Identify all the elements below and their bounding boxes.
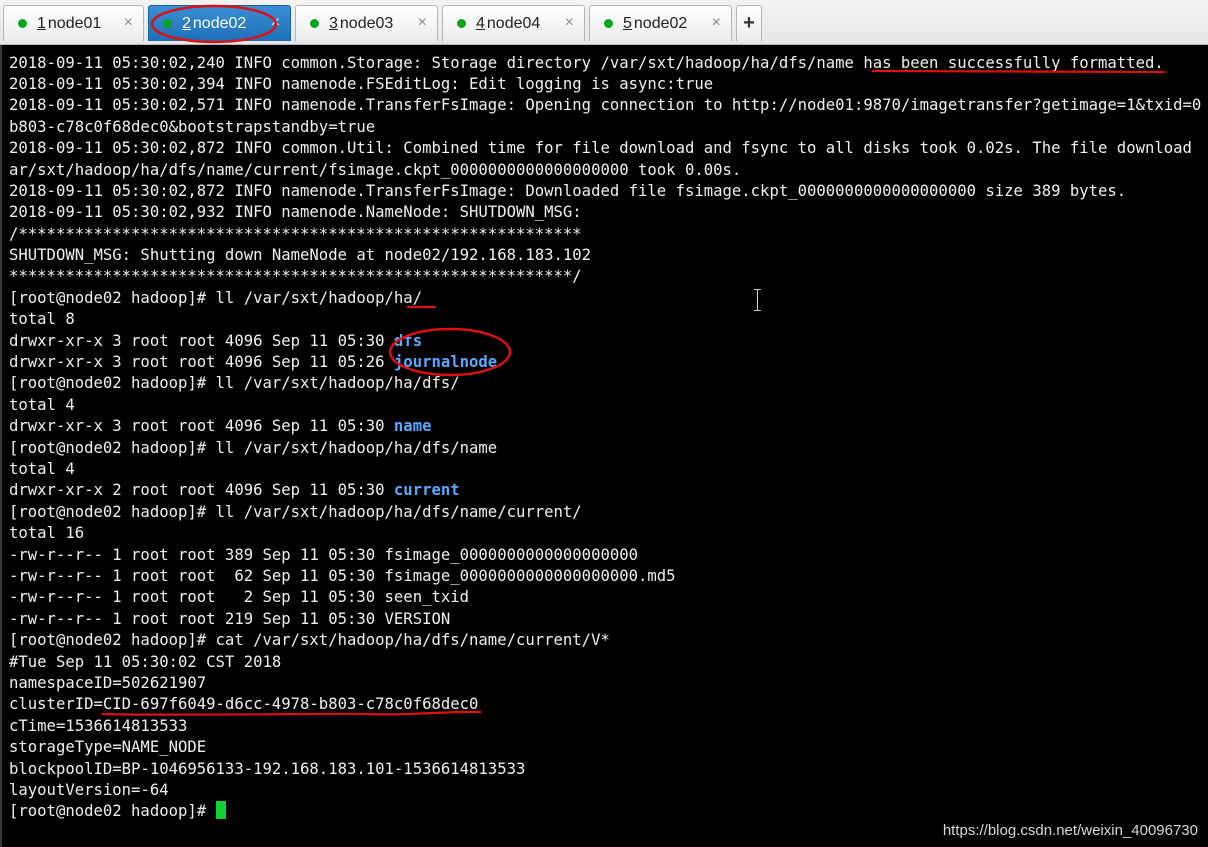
line-text: drwxr-xr-x 3 root root 4096 Sep 11 05:30 (9, 332, 394, 350)
line-text: drwxr-xr-x 2 root root 4096 Sep 11 05:30 (9, 481, 394, 499)
terminal-line: drwxr-xr-x 2 root root 4096 Sep 11 05:30… (9, 480, 460, 501)
watermark: https://blog.csdn.net/weixin_40096730 (942, 822, 1198, 839)
terminal-line: -rw-r--r-- 1 root root 219 Sep 11 05:30 … (9, 610, 451, 628)
tab-node03[interactable]: 3 node03 × (295, 5, 438, 41)
terminal-line: 2018-09-11 05:30:02,571 INFO namenode.Tr… (9, 96, 1202, 114)
terminal-line: -rw-r--r-- 1 root root 2 Sep 11 05:30 se… (9, 588, 470, 606)
terminal-line: storageType=NAME_NODE (9, 738, 207, 756)
terminal-line: 2018-09-11 05:30:02,872 INFO namenode.Tr… (9, 182, 1127, 200)
terminal-line: [root@node02 hadoop]# (9, 801, 226, 822)
status-dot-icon (457, 19, 466, 28)
terminal-line: 2018-09-11 05:30:02,240 INFO common.Stor… (9, 54, 1164, 72)
terminal-line: 2018-09-11 05:30:02,394 INFO namenode.FS… (9, 75, 714, 93)
close-icon[interactable]: × (271, 14, 280, 32)
terminal-line: [root@node02 hadoop]# ll /var/sxt/hadoop… (9, 439, 498, 457)
terminal-line: clusterID=CID-697f6049-d6cc-4978-b803-c7… (9, 695, 479, 713)
terminal-line: [root@node02 hadoop]# ll /var/sxt/hadoop… (9, 503, 582, 521)
directory-name: name (393, 417, 432, 435)
line-text: drwxr-xr-x 3 root root 4096 Sep 11 05:26 (9, 353, 394, 371)
terminal-line: /***************************************… (9, 225, 582, 243)
terminal-line: #Tue Sep 11 05:30:02 CST 2018 (9, 653, 282, 671)
terminal-line: drwxr-xr-x 3 root root 4096 Sep 11 05:26… (9, 352, 497, 373)
close-icon[interactable]: × (712, 14, 721, 32)
tab-label: node02 (192, 14, 247, 32)
terminal-line: namespaceID=502621907 (9, 674, 207, 692)
tab-number: 1 (37, 14, 46, 32)
terminal-output[interactable]: 2018-09-11 05:30:02,240 INFO common.Stor… (0, 45, 1208, 847)
directory-name: dfs (393, 332, 423, 350)
status-dot-icon (604, 19, 613, 28)
tab-label: node02 (633, 14, 688, 32)
tab-node01[interactable]: 1 node01 × (3, 5, 144, 41)
new-tab-button[interactable]: + (736, 5, 762, 41)
tab-number: 4 (476, 14, 485, 32)
terminal-line: total 8 (9, 310, 75, 328)
text-cursor (215, 801, 226, 819)
terminal-line: [root@node02 hadoop]# cat /var/sxt/hadoo… (9, 631, 610, 649)
tab-label: node04 (486, 14, 541, 32)
terminal-line: total 16 (9, 524, 85, 542)
directory-name: journalnode (393, 353, 498, 371)
terminal-line: -rw-r--r-- 1 root root 62 Sep 11 05:30 f… (9, 567, 676, 585)
terminal-line: 2018-09-11 05:30:02,932 INFO namenode.Na… (9, 203, 582, 221)
terminal-line: ar/sxt/hadoop/ha/dfs/name/current/fsimag… (9, 161, 742, 179)
close-icon[interactable]: × (124, 14, 133, 32)
mouse-ibeam-cursor-icon (754, 289, 761, 311)
line-text: drwxr-xr-x 3 root root 4096 Sep 11 05:30 (9, 417, 394, 435)
close-icon[interactable]: × (418, 14, 427, 32)
terminal-line: [root@node02 hadoop]# ll /var/sxt/hadoop… (9, 289, 423, 307)
terminal-line: cTime=1536614813533 (9, 717, 188, 735)
terminal-line: layoutVersion=-64 (9, 781, 169, 799)
shell-prompt: [root@node02 hadoop]# (9, 802, 216, 820)
tab-number: 2 (182, 14, 191, 32)
tab-number: 5 (623, 14, 632, 32)
terminal-line: SHUTDOWN_MSG: Shutting down NameNode at … (9, 246, 592, 264)
close-icon[interactable]: × (565, 14, 574, 32)
tab-node02-second[interactable]: 5 node02 × (589, 5, 732, 41)
tab-node04[interactable]: 4 node04 × (442, 5, 585, 41)
terminal-line: -rw-r--r-- 1 root root 389 Sep 11 05:30 … (9, 546, 639, 564)
terminal-line: b803-c78c0f68dec0&bootstrapstandby=true (9, 118, 376, 136)
terminal-line: total 4 (9, 460, 75, 478)
terminal-line: 2018-09-11 05:30:02,872 INFO common.Util… (9, 139, 1192, 157)
terminal-line: drwxr-xr-x 3 root root 4096 Sep 11 05:30… (9, 416, 431, 437)
tab-label: node03 (339, 14, 394, 32)
tab-number: 3 (329, 14, 338, 32)
status-dot-icon (18, 19, 27, 28)
tab-label: node01 (47, 14, 102, 32)
terminal-line: total 4 (9, 396, 75, 414)
terminal-line: blockpoolID=BP-1046956133-192.168.183.10… (9, 760, 526, 778)
tab-bar: 1 node01 × 2 node02 × 3 node03 × 4 node0… (0, 0, 1208, 45)
terminal-line: ****************************************… (9, 267, 582, 285)
status-dot-icon (310, 19, 319, 28)
status-dot-icon (163, 19, 172, 28)
directory-name: current (393, 481, 460, 499)
terminal-line: [root@node02 hadoop]# ll /var/sxt/hadoop… (9, 374, 460, 392)
terminal-line: drwxr-xr-x 3 root root 4096 Sep 11 05:30… (9, 331, 422, 352)
tab-node02-active[interactable]: 2 node02 × (148, 5, 291, 41)
